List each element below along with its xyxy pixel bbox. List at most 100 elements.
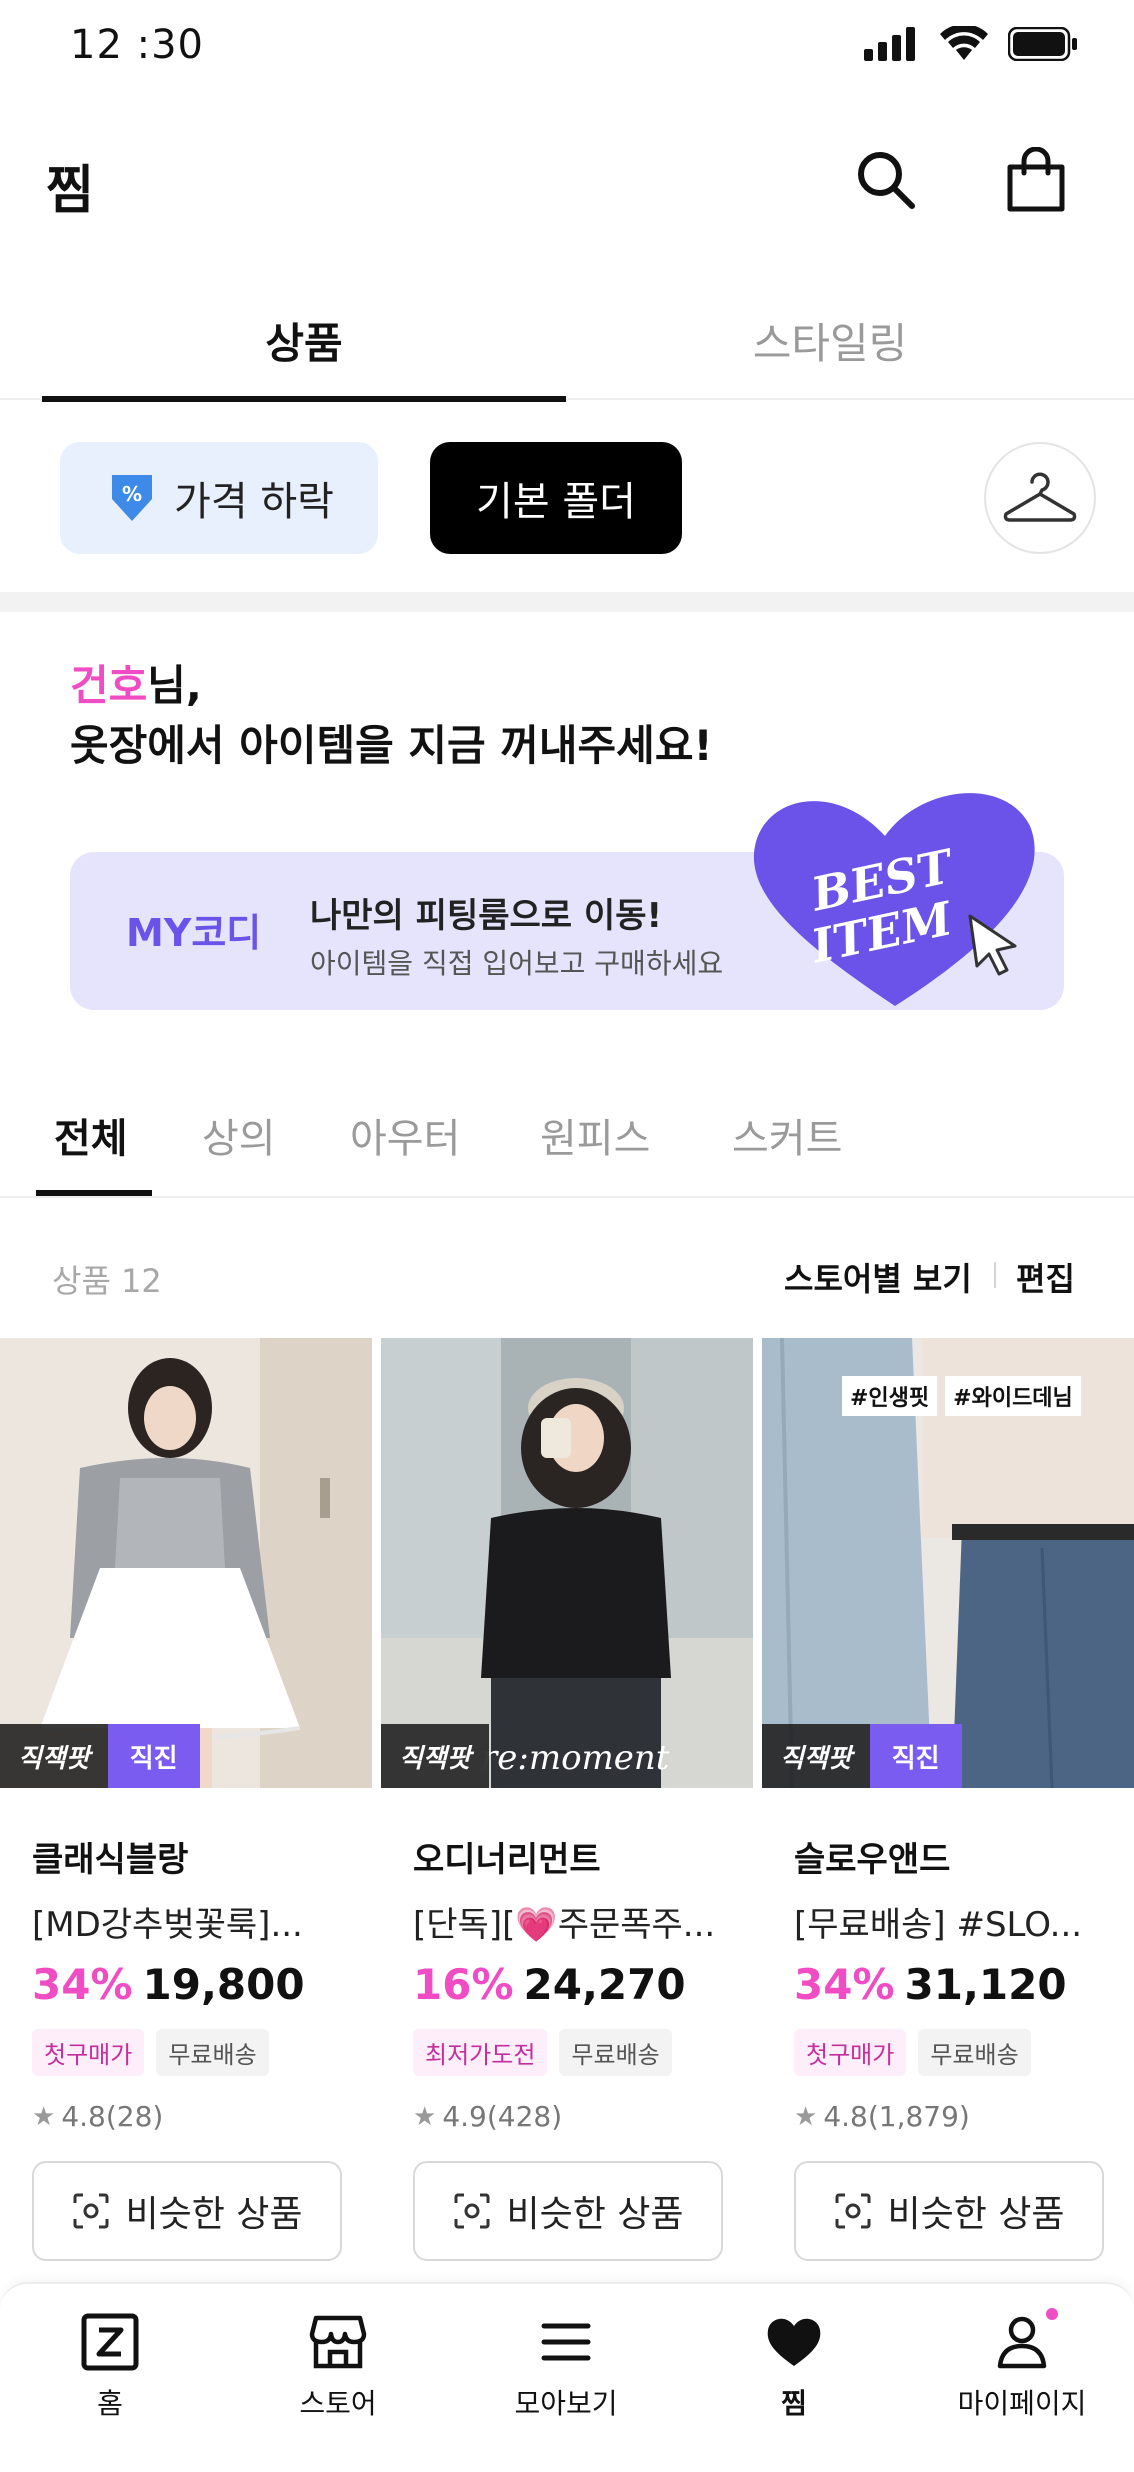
divider: [994, 1262, 996, 1288]
cart-button[interactable]: [998, 142, 1074, 218]
banner-title: 나만의 피팅룸으로 이동!: [310, 896, 662, 936]
nav-store[interactable]: 스토어: [248, 2312, 428, 2422]
rating-value: 4.9(428): [442, 2100, 563, 2133]
free-shipping-tag: 무료배송: [918, 2029, 1031, 2076]
banner-brand: MY코디: [126, 911, 262, 955]
search-icon: [858, 152, 915, 209]
category-tab-skirt[interactable]: 스커트: [732, 1106, 842, 1164]
star-icon: ★: [413, 2101, 437, 2132]
hashtag: #와이드데님: [945, 1376, 1081, 1416]
product-title[interactable]: [MD강추벚꽃룩]...: [32, 1897, 362, 1946]
best-item-heart-illustration: BEST ITEM: [753, 793, 1035, 1006]
rating: ★ 4.8(28): [32, 2100, 372, 2133]
user-icon: [997, 2316, 1047, 2369]
jackpot-badge: 직잭팟: [762, 1724, 870, 1788]
user-name: 건호: [70, 661, 148, 710]
price-drop-folder-chip[interactable]: % 가격 하락: [60, 442, 378, 554]
category-tab-tops[interactable]: 상의: [202, 1106, 276, 1164]
status-bar: 12 :30: [0, 0, 1134, 96]
category-tab-outer[interactable]: 아우터: [350, 1106, 460, 1164]
discount-rate: 34%: [32, 1960, 133, 2009]
closet-button[interactable]: [984, 442, 1096, 554]
scan-icon: [835, 2193, 871, 2229]
lowest-price-tag: 최저가도전: [413, 2029, 548, 2076]
price: 31,120: [904, 1960, 1067, 2009]
shopping-bag-icon: [1007, 147, 1065, 212]
first-purchase-tag: 첫구매가: [32, 2029, 145, 2076]
heart-icon: [767, 2318, 821, 2366]
hashtag: #인생핏: [842, 1376, 938, 1416]
price-tag-down-icon: %: [112, 475, 153, 521]
free-shipping-tag: 무료배송: [156, 2029, 269, 2076]
main-tabs: 상품 스타일링: [0, 280, 1134, 402]
tag-list: 첫구매가 무료배송: [794, 2029, 1134, 2076]
nav-label: 마이페이지: [957, 2387, 1087, 2420]
banner-subtitle: 아이템을 직접 입어보고 구매하세요: [310, 947, 724, 980]
direct-badge: 직진: [107, 1724, 200, 1788]
product-image[interactable]: 직잭팟 직진: [0, 1338, 372, 1788]
section-divider: [0, 592, 1134, 612]
star-icon: ★: [794, 2101, 818, 2132]
rating-value: 4.8(28): [61, 2100, 164, 2133]
tab-products[interactable]: 상품: [42, 280, 566, 402]
price-drop-label: 가격 하락: [174, 479, 334, 525]
greeting-text: 건호님, 옷장에서 아이템을 지금 꺼내주세요!: [70, 656, 713, 776]
rating: ★ 4.8(1,879): [794, 2100, 1134, 2133]
nav-home[interactable]: 홈: [20, 2312, 200, 2422]
price: 19,800: [142, 1960, 305, 2009]
similar-products-button[interactable]: 비슷한 상품: [32, 2161, 342, 2261]
page-title: 찜: [46, 161, 94, 221]
nav-collection[interactable]: 모아보기: [476, 2312, 656, 2422]
similar-label: 비슷한 상품: [887, 2194, 1065, 2235]
nav-wishlist[interactable]: 찜: [704, 2312, 884, 2422]
notification-dot: [1046, 2308, 1058, 2320]
app-header: 찜: [0, 120, 1134, 240]
badge-row: 직잭팟 직진: [0, 1724, 200, 1788]
product-title[interactable]: [무료배송] #SLO...: [794, 1897, 1124, 1946]
category-tab-all[interactable]: 전체: [54, 1106, 128, 1164]
nav-label: 스토어: [299, 2387, 377, 2420]
product-card[interactable]: 직잭팟 직진 클래식블랑 [MD강추벚꽃룩]... 34% 19,800 첫구매…: [0, 1338, 372, 2261]
similar-products-button[interactable]: 비슷한 상품: [413, 2161, 723, 2261]
product-image[interactable]: #인생핏 #와이드데님 직잭팟 직진: [762, 1338, 1134, 1788]
nav-label: 모아보기: [514, 2387, 618, 2420]
product-photo-1: [0, 1338, 372, 1788]
product-brand[interactable]: 슬로우앤드: [794, 1832, 1134, 1881]
product-brand[interactable]: 클래식블랑: [32, 1832, 372, 1881]
product-card[interactable]: re:moment 직잭팟 오디너리먼트 [단독][💗주문폭주... 16% 2…: [381, 1338, 753, 2261]
search-button[interactable]: [848, 142, 924, 218]
greeting-line2: 옷장에서 아이템을 지금 꺼내주세요!: [70, 721, 713, 770]
product-title[interactable]: [단독][💗주문폭주...: [413, 1897, 743, 1946]
svg-text:%: %: [122, 482, 142, 506]
status-icons: [864, 26, 1078, 62]
discount-rate: 16%: [413, 1960, 514, 2009]
tab-styling[interactable]: 스타일링: [568, 280, 1092, 400]
product-card[interactable]: #인생핏 #와이드데님 직잭팟 직진 슬로우앤드 [무료배송] #SLO... …: [762, 1338, 1134, 2261]
hanger-icon: [1003, 472, 1077, 522]
wifi-icon: [940, 26, 988, 60]
tag-list: 첫구매가 무료배송: [32, 2029, 372, 2076]
nav-label: 홈: [97, 2387, 123, 2420]
signal-icon: [864, 27, 915, 61]
tag-list: 최저가도전 무료배송: [413, 2029, 753, 2076]
default-folder-chip[interactable]: 기본 폴더: [430, 442, 682, 554]
nav-mypage[interactable]: 마이페이지: [932, 2308, 1112, 2422]
category-tab-dress[interactable]: 원피스: [540, 1106, 650, 1164]
product-brand[interactable]: 오디너리먼트: [413, 1832, 753, 1881]
hashtag-list: #인생핏 #와이드데님: [842, 1376, 1081, 1416]
image-caption: re:moment: [481, 1738, 670, 1778]
similar-label: 비슷한 상품: [125, 2194, 303, 2235]
rating-value: 4.8(1,879): [823, 2100, 970, 2133]
scan-icon: [454, 2193, 490, 2229]
scan-icon: [73, 2193, 109, 2229]
product-image[interactable]: re:moment 직잭팟: [381, 1338, 753, 1788]
first-purchase-tag: 첫구매가: [794, 2029, 907, 2076]
store-view-button[interactable]: 스토어별 보기: [784, 1254, 972, 1300]
battery-icon: [1008, 27, 1077, 61]
badge-row: 직잭팟 직진: [762, 1724, 962, 1788]
edit-button[interactable]: 편집: [1016, 1254, 1075, 1300]
product-photo-2: [381, 1338, 753, 1788]
similar-products-button[interactable]: 비슷한 상품: [794, 2161, 1104, 2261]
category-active-indicator: [36, 1190, 152, 1196]
free-shipping-tag: 무료배송: [559, 2029, 672, 2076]
